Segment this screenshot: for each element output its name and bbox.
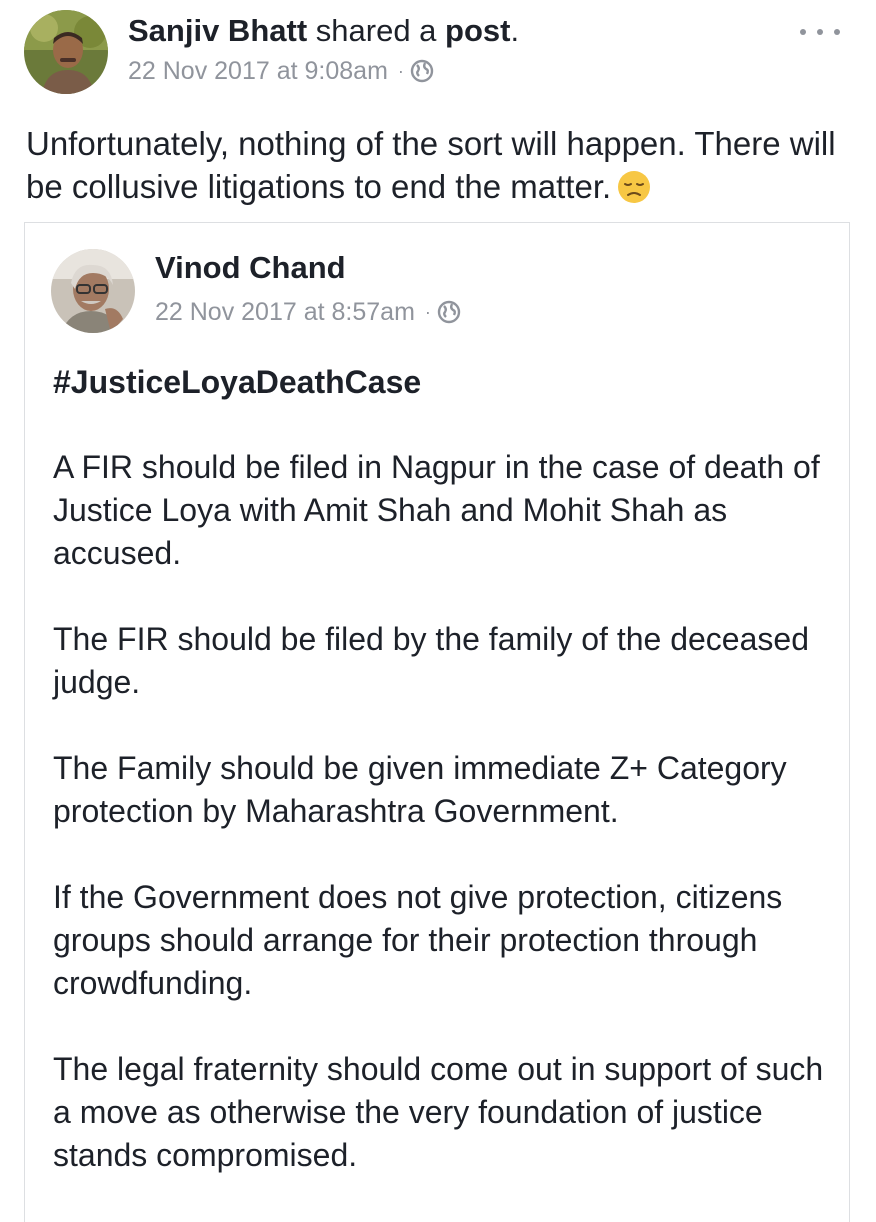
shared-header-text: Vinod Chand 22 Nov 2017 at 8:57am · bbox=[155, 249, 461, 327]
globe-icon[interactable] bbox=[437, 300, 461, 324]
shared-title-line: Vinod Chand bbox=[155, 249, 461, 287]
post-timestamp[interactable]: 22 Nov 2017 at 9:08am bbox=[128, 56, 388, 86]
more-dot bbox=[800, 29, 806, 35]
post-paragraph: The legal fraternity should come out in … bbox=[53, 1051, 824, 1173]
shared-author-avatar[interactable] bbox=[51, 249, 135, 333]
meta-separator: · bbox=[397, 61, 404, 81]
post-title-line: Sanjiv Bhatt shared a post. bbox=[128, 12, 519, 50]
post-paragraph: If the Government does not give protecti… bbox=[53, 879, 783, 1001]
disappointed-face-emoji bbox=[617, 170, 651, 204]
post-link[interactable]: post bbox=[445, 13, 510, 48]
post-status-text: Unfortunately, nothing of the sort will … bbox=[26, 122, 846, 208]
more-dot bbox=[817, 29, 823, 35]
shared-author-name[interactable]: Vinod Chand bbox=[155, 250, 346, 285]
shared-post-timestamp[interactable]: 22 Nov 2017 at 8:57am bbox=[155, 297, 415, 327]
shared-post-card[interactable]: Vinod Chand 22 Nov 2017 at 8:57am · #Jus… bbox=[24, 222, 850, 1222]
author-name[interactable]: Sanjiv Bhatt bbox=[128, 13, 307, 48]
post-paragraph: The Family should be given immediate Z+ … bbox=[53, 750, 787, 829]
post-paragraph: A FIR should be filed in Nagpur in the c… bbox=[53, 449, 820, 571]
shared-post-header: Vinod Chand 22 Nov 2017 at 8:57am · bbox=[51, 249, 821, 339]
shared-meta-separator: · bbox=[424, 302, 431, 322]
author-avatar[interactable] bbox=[24, 10, 108, 94]
post-paragraph: The FIR should be filed by the family of… bbox=[53, 621, 809, 700]
hashtag-link[interactable]: #JusticeLoyaDeathCase bbox=[53, 361, 833, 404]
more-dot bbox=[834, 29, 840, 35]
post-meta: 22 Nov 2017 at 9:08am · bbox=[128, 56, 519, 86]
shared-post-meta: 22 Nov 2017 at 8:57am · bbox=[155, 297, 461, 327]
action-text: shared a bbox=[315, 13, 437, 48]
status-text: Unfortunately, nothing of the sort will … bbox=[26, 125, 836, 205]
title-period: . bbox=[510, 13, 520, 48]
post-header: Sanjiv Bhatt shared a post. 22 Nov 2017 … bbox=[24, 10, 854, 100]
shared-post-body: #JusticeLoyaDeathCase A FIR should be fi… bbox=[53, 361, 833, 1220]
more-options-icon[interactable] bbox=[800, 20, 840, 44]
globe-icon[interactable] bbox=[410, 59, 434, 83]
post-header-text: Sanjiv Bhatt shared a post. 22 Nov 2017 … bbox=[128, 12, 519, 86]
